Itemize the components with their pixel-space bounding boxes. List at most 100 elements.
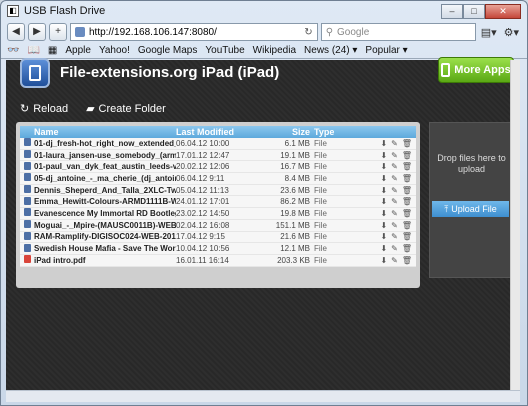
file-icon	[20, 150, 34, 160]
add-tab-button[interactable]: +	[49, 23, 67, 41]
reader-icon[interactable]: 👓	[7, 45, 19, 56]
bookmark-wikipedia[interactable]: Wikipedia	[253, 45, 296, 56]
file-name[interactable]: 01-paul_van_dyk_feat_austin_leeds-verano…	[34, 162, 176, 171]
trash-icon[interactable]: 🗑	[402, 151, 412, 160]
edit-pencil-icon[interactable]: ✎	[391, 151, 398, 160]
file-row[interactable]: Moguai_-_Mpire-(MAUSC0011B)-WEB-2012-UMC…	[20, 220, 416, 232]
file-type: File	[314, 255, 327, 265]
edit-pencil-icon[interactable]: ✎	[391, 232, 398, 241]
upload-file-button[interactable]: ⤒ Upload File	[432, 201, 509, 217]
download-icon[interactable]: ⬇	[380, 221, 387, 230]
download-icon[interactable]: ⬇	[380, 244, 387, 253]
file-name[interactable]: 01-dj_fresh-hot_right_now_extended_remix…	[34, 139, 176, 148]
maximize-button[interactable]: □	[463, 3, 485, 19]
trash-icon[interactable]: 🗑	[402, 256, 412, 265]
edit-pencil-icon[interactable]: ✎	[391, 186, 398, 195]
download-icon[interactable]: ⬇	[380, 197, 387, 206]
bookmark-yahoo[interactable]: Yahoo!	[99, 45, 130, 56]
file-row[interactable]: Swedish House Mafia - Save The World (Kn…	[20, 243, 416, 255]
file-row[interactable]: Evanescence My Immortal RD Bootleg.mp323…	[20, 208, 416, 220]
settings-gear-icon[interactable]: ⚙▾	[502, 26, 521, 39]
forward-button[interactable]: ▶	[28, 23, 46, 41]
search-box[interactable]: ⚲ Google	[320, 23, 476, 41]
download-icon[interactable]: ⬇	[380, 186, 387, 195]
drop-text: Drop files here to upload	[437, 153, 506, 174]
file-icon	[20, 231, 34, 242]
file-row[interactable]: 01-dj_fresh-hot_right_now_extended_remix…	[20, 138, 416, 150]
file-row[interactable]: 05-dj_antoine_-_ma_cherie_(dj_antoine_vs…	[20, 173, 416, 185]
file-modified: 10.04.12 10:56	[176, 244, 230, 254]
bookmarks-book-icon[interactable]: 📖	[27, 45, 39, 56]
file-row[interactable]: 01-laura_jansen-use_somebody_(armin_van_…	[20, 150, 416, 162]
column-type[interactable]: Type	[314, 127, 358, 137]
trash-icon[interactable]: 🗑	[402, 162, 412, 171]
trash-icon[interactable]: 🗑	[402, 174, 412, 183]
reload-button[interactable]: ↻ Reload	[20, 102, 68, 116]
close-button[interactable]: ✕	[485, 3, 521, 19]
ipad-app-logo	[20, 58, 50, 88]
file-name[interactable]: Dennis_Sheperd_And_Talla_2XLC-Two_Worlds…	[34, 186, 176, 195]
bookmark-popular[interactable]: Popular ▾	[365, 45, 407, 56]
file-name[interactable]: Evanescence My Immortal RD Bootleg.mp3	[34, 209, 176, 218]
edit-pencil-icon[interactable]: ✎	[391, 139, 398, 148]
url-text[interactable]: http://192.168.106.147:8080/	[89, 27, 217, 38]
column-name[interactable]: Name	[34, 127, 176, 137]
file-name[interactable]: 01-laura_jansen-use_somebody_(armin_van_…	[34, 151, 176, 160]
download-icon[interactable]: ⬇	[380, 162, 387, 171]
download-icon[interactable]: ⬇	[380, 209, 387, 218]
drop-zone[interactable]: Drop files here to upload ⤒ Upload File	[429, 122, 512, 278]
file-name[interactable]: RAM-Ramplify-DIGISOC024-WEB-2012-TraX.ra…	[34, 232, 176, 241]
file-name[interactable]: Swedish House Mafia - Save The World (Kn…	[34, 244, 176, 253]
edit-pencil-icon[interactable]: ✎	[391, 209, 398, 218]
back-button[interactable]: ◀	[7, 23, 25, 41]
bookmark-apple[interactable]: Apple	[65, 45, 91, 56]
download-icon[interactable]: ⬇	[380, 151, 387, 160]
page-menu-icon[interactable]: ▤▾	[479, 26, 499, 39]
edit-pencil-icon[interactable]: ✎	[391, 197, 398, 206]
download-icon[interactable]: ⬇	[380, 256, 387, 265]
file-row[interactable]: 01-paul_van_dyk_feat_austin_leeds-verano…	[20, 161, 416, 174]
minimize-button[interactable]: –	[441, 3, 463, 19]
window-controls: – □ ✕	[441, 3, 521, 19]
file-row[interactable]: RAM-Ramplify-DIGISOC024-WEB-2012-TraX.ra…	[20, 231, 416, 244]
more-apps-button[interactable]: More Apps	[438, 57, 514, 83]
file-type: File	[314, 197, 327, 207]
trash-icon[interactable]: 🗑	[402, 209, 412, 218]
column-modified[interactable]: Last Modified	[176, 127, 262, 137]
download-icon[interactable]: ⬇	[380, 174, 387, 183]
edit-pencil-icon[interactable]: ✎	[391, 256, 398, 265]
download-icon[interactable]: ⬇	[380, 139, 387, 148]
trash-icon[interactable]: 🗑	[402, 221, 412, 230]
file-name[interactable]: Emma_Hewitt-Colours-ARMD1111B-WEB-2012-T…	[34, 197, 176, 206]
file-name[interactable]: Moguai_-_Mpire-(MAUSC0011B)-WEB-2012-UMC	[34, 221, 176, 230]
file-name[interactable]: 05-dj_antoine_-_ma_cherie_(dj_antoine_vs…	[34, 174, 176, 183]
nav-bar: ◀ ▶ + http://192.168.106.147:8080/ ↻ ⚲ G…	[1, 21, 527, 43]
trash-icon[interactable]: 🗑	[402, 197, 412, 206]
bookmark-news[interactable]: News (24) ▾	[304, 45, 357, 56]
vertical-scrollbar[interactable]	[510, 60, 520, 390]
file-row[interactable]: Dennis_Sheperd_And_Talla_2XLC-Two_Worlds…	[20, 185, 416, 197]
file-row[interactable]: iPad intro.pdf 16.01.11 16:14 203.3 KB File…	[20, 255, 416, 267]
file-name[interactable]: iPad intro.pdf	[34, 256, 176, 265]
trash-icon[interactable]: 🗑	[402, 244, 412, 253]
create-folder-button[interactable]: ▰ Create Folder	[86, 102, 166, 116]
file-icon	[20, 243, 34, 254]
bookmark-youtube[interactable]: YouTube	[205, 45, 244, 56]
download-icon[interactable]: ⬇	[380, 232, 387, 241]
file-size: 86.2 MB	[280, 197, 310, 207]
bookmark-google-maps[interactable]: Google Maps	[138, 45, 197, 56]
edit-pencil-icon[interactable]: ✎	[391, 174, 398, 183]
file-type: File	[314, 208, 327, 218]
refresh-icon[interactable]: ↻	[304, 27, 312, 38]
edit-pencil-icon[interactable]: ✎	[391, 244, 398, 253]
edit-pencil-icon[interactable]: ✎	[391, 162, 398, 171]
column-size[interactable]: Size	[262, 127, 314, 137]
trash-icon[interactable]: 🗑	[402, 139, 412, 148]
edit-pencil-icon[interactable]: ✎	[391, 221, 398, 230]
window-title: USB Flash Drive	[24, 5, 106, 17]
trash-icon[interactable]: 🗑	[402, 232, 412, 241]
trash-icon[interactable]: 🗑	[402, 186, 412, 195]
file-row[interactable]: Emma_Hewitt-Colours-ARMD1111B-WEB-2012-T…	[20, 196, 416, 209]
address-bar[interactable]: http://192.168.106.147:8080/ ↻	[70, 23, 318, 41]
top-sites-grid-icon[interactable]: ▦	[48, 45, 57, 56]
